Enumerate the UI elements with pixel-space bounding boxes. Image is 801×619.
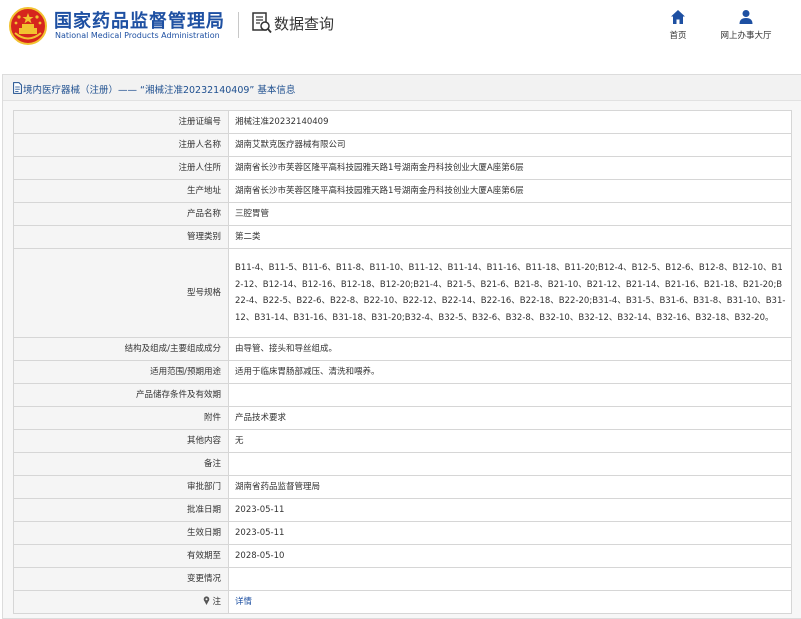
details-link[interactable]: 详情 bbox=[235, 597, 252, 607]
field-label: 批准日期 bbox=[13, 498, 229, 522]
field-label: 产品储存条件及有效期 bbox=[13, 383, 229, 407]
field-label: 有效期至 bbox=[13, 544, 229, 568]
field-value: 适用于临床胃肠部减压、清洗和喂养。 bbox=[228, 360, 792, 384]
field-label: 其他内容 bbox=[13, 429, 229, 453]
table-row: 产品储存条件及有效期 bbox=[13, 383, 792, 407]
field-value bbox=[228, 452, 792, 476]
registration-info-table: 注册证编号 湘械注准20232140409 注册人名称 湖南艾默克医疗器械有限公… bbox=[13, 110, 792, 614]
data-query-title: 数据查询 bbox=[274, 15, 335, 33]
field-label: 注册人住所 bbox=[13, 156, 229, 180]
field-label: 生效日期 bbox=[13, 521, 229, 545]
table-row: 生产地址 湖南省长沙市芙蓉区隆平高科技园雅天路1号湖南金丹科技创业大厦A座第6层 bbox=[13, 179, 792, 203]
field-value: 湖南艾默克医疗器械有限公司 bbox=[228, 133, 792, 157]
data-query-icon bbox=[252, 12, 272, 34]
field-value: 由导管、接头和导丝组成。 bbox=[228, 337, 792, 361]
agency-title-english: National Medical Products Administration bbox=[55, 31, 220, 40]
home-icon bbox=[671, 10, 685, 24]
table-row: 备注 bbox=[13, 452, 792, 476]
table-row: 适用范围/预期用途 适用于临床胃肠部减压、清洗和喂养。 bbox=[13, 360, 792, 384]
field-value: 第二类 bbox=[228, 225, 792, 249]
field-value bbox=[228, 567, 792, 591]
detail-panel: 境内医疗器械（注册）—— “湘械注准20232140409” 基本信息 注册证编… bbox=[2, 74, 801, 619]
panel-title: 境内医疗器械（注册）—— “湘械注准20232140409” 基本信息 bbox=[23, 85, 296, 96]
pin-icon bbox=[203, 596, 210, 605]
field-label: 备注 bbox=[13, 452, 229, 476]
field-label: 适用范围/预期用途 bbox=[13, 360, 229, 384]
field-label: 产品名称 bbox=[13, 202, 229, 226]
field-value: 湖南省长沙市芙蓉区隆平高科技园雅天路1号湖南金丹科技创业大厦A座第6层 bbox=[228, 156, 792, 180]
field-label: 管理类别 bbox=[13, 225, 229, 249]
site-header: 国家药品监督管理局 National Medical Products Admi… bbox=[0, 0, 801, 60]
field-value: 2023-05-11 bbox=[228, 498, 792, 522]
field-value bbox=[228, 383, 792, 407]
nav-online-hall-label: 网上办事大厅 bbox=[720, 31, 772, 41]
field-label: 结构及组成/主要组成成分 bbox=[13, 337, 229, 361]
header-divider bbox=[238, 12, 239, 38]
panel-header: 境内医疗器械（注册）—— “湘械注准20232140409” 基本信息 bbox=[3, 75, 801, 101]
field-value: 无 bbox=[228, 429, 792, 453]
note-label-cell: 注 bbox=[13, 590, 229, 614]
field-value: 产品技术要求 bbox=[228, 406, 792, 430]
field-value: 三腔胃管 bbox=[228, 202, 792, 226]
table-row: 其他内容 无 bbox=[13, 429, 792, 453]
field-label: 审批部门 bbox=[13, 475, 229, 499]
field-value: 2028-05-10 bbox=[228, 544, 792, 568]
field-label: 注册人名称 bbox=[13, 133, 229, 157]
field-value: 湖南省长沙市芙蓉区隆平高科技园雅天路1号湖南金丹科技创业大厦A座第6层 bbox=[228, 179, 792, 203]
nav-online-hall-link[interactable]: 网上办事大厅 bbox=[712, 8, 780, 44]
field-value: 湘械注准20232140409 bbox=[228, 110, 792, 134]
table-row: 生效日期 2023-05-11 bbox=[13, 521, 792, 545]
national-emblem-icon bbox=[9, 7, 47, 45]
field-label: 变更情况 bbox=[13, 567, 229, 591]
field-value: 湖南省药品监督管理局 bbox=[228, 475, 792, 499]
nav-home-label: 首页 bbox=[669, 31, 687, 41]
field-label: 型号规格 bbox=[13, 248, 229, 338]
table-row: 注册人名称 湖南艾默克医疗器械有限公司 bbox=[13, 133, 792, 157]
field-label: 生产地址 bbox=[13, 179, 229, 203]
field-label: 注册证编号 bbox=[13, 110, 229, 134]
note-label: 注 bbox=[212, 597, 221, 607]
table-row: 变更情况 bbox=[13, 567, 792, 591]
document-icon bbox=[13, 82, 22, 94]
user-icon bbox=[739, 10, 753, 24]
agency-title: 国家药品监督管理局 bbox=[54, 11, 225, 32]
table-row: 结构及组成/主要组成成分 由导管、接头和导丝组成。 bbox=[13, 337, 792, 361]
table-row: 注 详情 bbox=[13, 590, 792, 614]
nav-home-link[interactable]: 首页 bbox=[660, 8, 696, 44]
field-label: 附件 bbox=[13, 406, 229, 430]
table-row: 批准日期 2023-05-11 bbox=[13, 498, 792, 522]
table-row: 审批部门 湖南省药品监督管理局 bbox=[13, 475, 792, 499]
field-value: 2023-05-11 bbox=[228, 521, 792, 545]
table-row: 注册人住所 湖南省长沙市芙蓉区隆平高科技园雅天路1号湖南金丹科技创业大厦A座第6… bbox=[13, 156, 792, 180]
table-row: 型号规格 B11-4、B11-5、B11-6、B11-8、B11-10、B11-… bbox=[13, 248, 792, 338]
table-row: 管理类别 第二类 bbox=[13, 225, 792, 249]
field-value: B11-4、B11-5、B11-6、B11-8、B11-10、B11-12、B1… bbox=[228, 248, 792, 338]
table-row: 有效期至 2028-05-10 bbox=[13, 544, 792, 568]
table-row: 附件 产品技术要求 bbox=[13, 406, 792, 430]
table-row: 注册证编号 湘械注准20232140409 bbox=[13, 110, 792, 134]
table-row: 产品名称 三腔胃管 bbox=[13, 202, 792, 226]
